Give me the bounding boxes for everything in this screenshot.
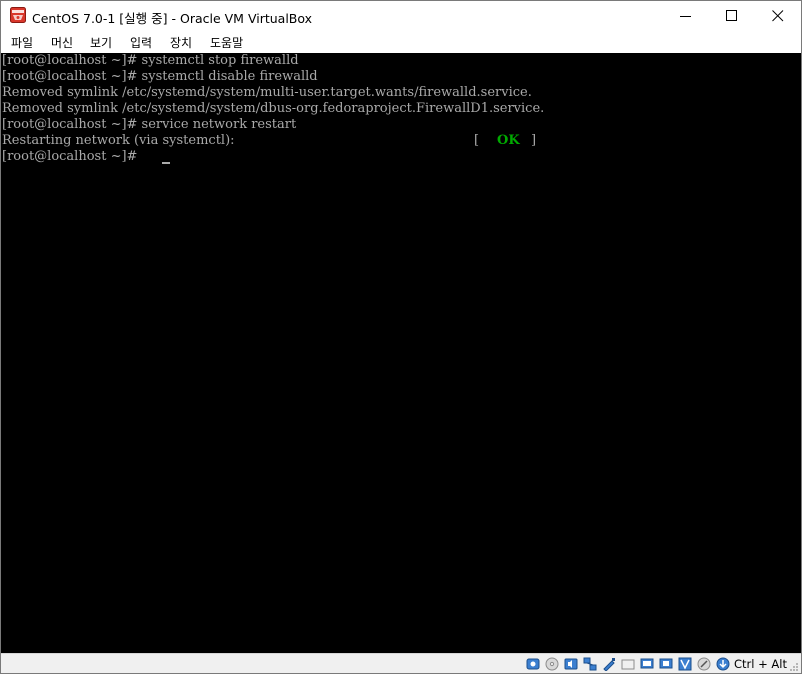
keyboard-capture-icon[interactable]: [716, 657, 730, 671]
close-icon: [772, 10, 784, 22]
hard-disk-icon[interactable]: [526, 657, 540, 671]
close-button[interactable]: [755, 1, 801, 31]
maximize-button[interactable]: [709, 1, 755, 31]
window-title: CentOS 7.0-1 [실행 중] - Oracle VM VirtualB…: [32, 11, 313, 26]
console-line: [root@localhost ~]# service network rest…: [2, 117, 297, 132]
title-bar[interactable]: CentOS 7.0-1 [실행 중] - Oracle VM VirtualB…: [1, 1, 801, 31]
mouse-integration-icon[interactable]: [697, 657, 711, 671]
maximize-icon: [726, 10, 737, 21]
status-open-bracket: [: [474, 133, 480, 148]
menu-machine[interactable]: 머신: [51, 34, 73, 51]
minimize-icon: [680, 16, 691, 17]
virtualization-icon[interactable]: [678, 657, 692, 671]
network-icon[interactable]: [583, 657, 597, 671]
usb-icon[interactable]: [602, 657, 616, 671]
console-prompt-line: [root@localhost ~]#: [2, 149, 142, 164]
display-icon[interactable]: [640, 657, 654, 671]
menu-file[interactable]: 파일: [11, 34, 33, 51]
status-ok-text: OK: [497, 133, 520, 148]
text-cursor: [162, 162, 170, 164]
virtualbox-window: CentOS 7.0-1 [실행 중] - Oracle VM VirtualB…: [0, 0, 802, 674]
vm-console-screen[interactable]: [root@localhost ~]# systemctl stop firew…: [1, 53, 801, 653]
menu-input[interactable]: 입력: [130, 34, 152, 51]
menu-help[interactable]: 도움말: [210, 34, 243, 51]
minimize-button[interactable]: [663, 1, 709, 31]
menu-devices[interactable]: 장치: [170, 34, 192, 51]
resize-grip-icon[interactable]: [789, 662, 799, 672]
video-capture-icon[interactable]: [659, 657, 673, 671]
console-line: Restarting network (via systemctl):: [2, 133, 235, 148]
console-line: Removed symlink /etc/systemd/system/dbus…: [2, 101, 545, 116]
host-key-label: Ctrl + Alt: [734, 657, 787, 671]
console-line: [root@localhost ~]# systemctl stop firew…: [2, 53, 299, 68]
virtualbox-app-icon: [10, 7, 26, 23]
menu-bar: 파일 머신 보기 입력 장치 도움말: [1, 31, 801, 53]
status-close-bracket: ]: [531, 133, 537, 148]
console-line: [root@localhost ~]# systemctl disable fi…: [2, 69, 318, 84]
menu-view[interactable]: 보기: [90, 34, 112, 51]
audio-icon[interactable]: [564, 657, 578, 671]
status-bar: Ctrl + Alt: [1, 653, 801, 673]
shared-folders-icon[interactable]: [621, 657, 635, 671]
console-line: Removed symlink /etc/systemd/system/mult…: [2, 85, 532, 100]
optical-drive-icon[interactable]: [545, 657, 559, 671]
